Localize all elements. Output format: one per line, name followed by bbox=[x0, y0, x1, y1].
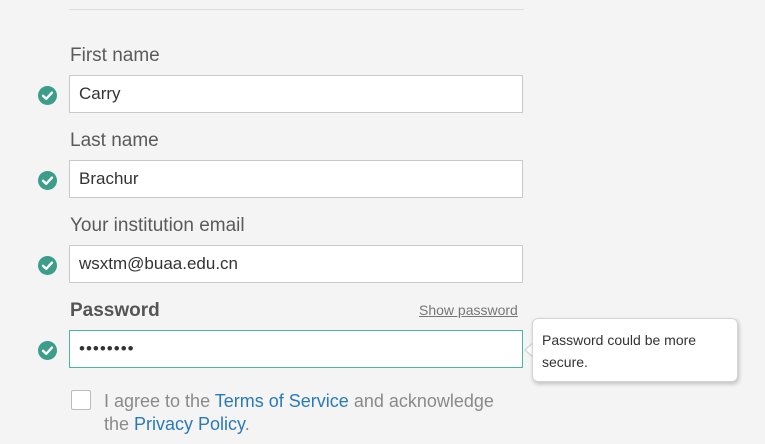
first-name-input[interactable] bbox=[69, 75, 523, 113]
last-name-label: Last name bbox=[70, 130, 159, 151]
terms-checkbox[interactable] bbox=[71, 390, 91, 410]
password-input[interactable] bbox=[69, 330, 523, 368]
first-name-valid-check-icon bbox=[38, 86, 57, 105]
privacy-policy-link[interactable]: Privacy Policy bbox=[134, 414, 245, 434]
terms-agreement-text: I agree to the Terms of Service and ackn… bbox=[104, 390, 504, 436]
password-label: Password bbox=[70, 300, 160, 321]
terms-of-service-link[interactable]: Terms of Service bbox=[215, 391, 349, 411]
agree-text-after: . bbox=[244, 414, 250, 434]
signup-form: First name Last name Your institution em… bbox=[0, 0, 765, 444]
password-valid-check-icon bbox=[38, 341, 57, 360]
password-strength-tooltip: Password could be more secure. bbox=[532, 318, 738, 382]
agree-text-before: I agree to the bbox=[104, 391, 215, 411]
show-password-link[interactable]: Show password bbox=[419, 302, 518, 318]
email-label: Your institution email bbox=[70, 215, 245, 236]
email-input[interactable] bbox=[69, 245, 523, 283]
email-valid-check-icon bbox=[38, 256, 57, 275]
last-name-valid-check-icon bbox=[38, 171, 57, 190]
first-name-label: First name bbox=[70, 45, 160, 66]
divider bbox=[69, 9, 524, 10]
last-name-input[interactable] bbox=[69, 160, 523, 198]
